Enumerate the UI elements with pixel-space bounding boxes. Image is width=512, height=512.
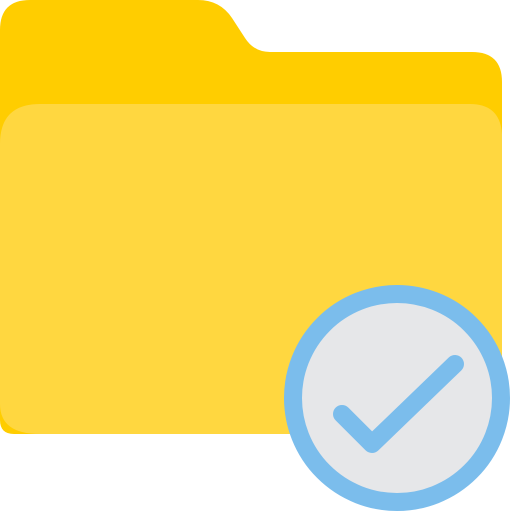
folder-check-icon-canvas <box>0 0 512 512</box>
folder-check-icon[interactable] <box>0 0 512 512</box>
check-badge-circle <box>284 285 510 511</box>
